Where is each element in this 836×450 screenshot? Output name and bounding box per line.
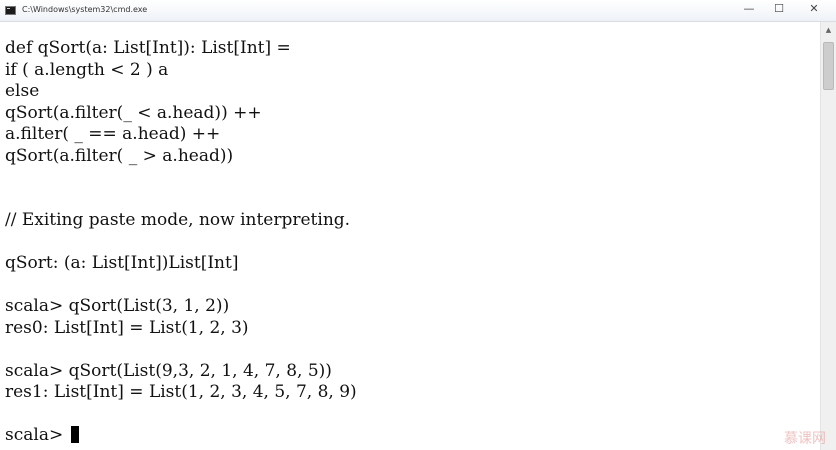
console-line: a.filter( _ == a.head) ++ [5, 124, 221, 144]
console-output[interactable]: def qSort(a: List[Int]): List[Int] = if … [0, 24, 820, 450]
window-title: C:\Windows\system32\cmd.exe [22, 5, 148, 14]
minimize-button[interactable]: — [736, 0, 762, 20]
console-line: scala> qSort(List(9,3, 2, 1, 4, 7, 8, 5)… [5, 361, 332, 381]
console-line: scala> qSort(List(3, 1, 2)) [5, 296, 230, 316]
console-line: qSort: (a: List[Int])List[Int] [5, 253, 239, 273]
console-line: // Exiting paste mode, now interpreting. [5, 210, 351, 230]
vertical-scrollbar[interactable]: ▲ [820, 22, 836, 450]
console-line: if ( a.length < 2 ) a [5, 60, 169, 80]
close-button[interactable]: ✕ [796, 0, 832, 20]
title-bar[interactable]: C:\Windows\system32\cmd.exe — ☐ ✕ [0, 0, 836, 22]
console-icon [5, 6, 16, 15]
console-line: else [5, 81, 40, 101]
watermark-logo: 慕课网 [784, 431, 826, 447]
text-cursor [71, 426, 79, 443]
console-line: def qSort(a: List[Int]): List[Int] = [5, 38, 291, 58]
scroll-up-arrow-icon[interactable]: ▲ [821, 22, 836, 38]
console-line: res1: List[Int] = List(1, 2, 3, 4, 5, 7,… [5, 382, 357, 402]
maximize-button[interactable]: ☐ [766, 0, 792, 20]
console-line: res0: List[Int] = List(1, 2, 3) [5, 318, 249, 338]
cmd-window: C:\Windows\system32\cmd.exe — ☐ ✕ def qS… [0, 0, 836, 450]
console-line: qSort(a.filter( _ > a.head)) [5, 146, 234, 166]
prompt-line: scala> [5, 425, 69, 445]
console-line: qSort(a.filter(_ < a.head)) ++ [5, 103, 262, 123]
scroll-thumb[interactable] [823, 42, 834, 90]
